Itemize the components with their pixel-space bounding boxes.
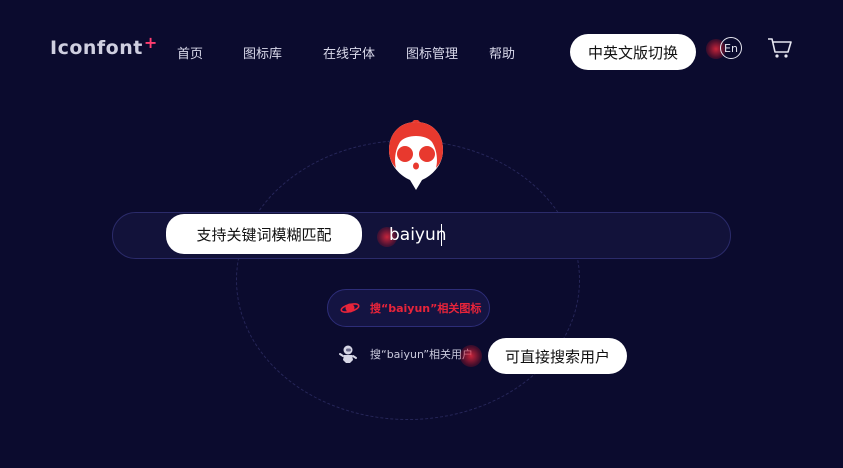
text-caret (441, 224, 442, 246)
language-button[interactable]: En (720, 37, 742, 59)
users-tooltip: 可直接搜索用户 (488, 338, 627, 374)
suggest-icons-option[interactable]: 搜“baiyun”相关图标 (327, 289, 490, 327)
lang-switch-tooltip: 中英文版切换 (570, 34, 696, 70)
nav-help[interactable]: 帮助 (489, 43, 515, 62)
nav-icon-library[interactable]: 图标库 (243, 43, 282, 62)
hotspot-marker (460, 345, 482, 367)
logo-text: Iconfont (50, 37, 143, 59)
nav-online-font[interactable]: 在线字体 (323, 43, 375, 62)
page: Iconfont+ 首页 图标库 在线字体 图标管理 帮助 中英文版切换 En … (0, 0, 843, 468)
suggest-icons-label: 搜“baiyun”相关图标 (370, 302, 482, 315)
planet-icon (340, 303, 360, 313)
search-tooltip: 支持关键词模糊匹配 (166, 214, 362, 254)
mascot-icon (389, 120, 443, 190)
search-input[interactable]: baiyun (389, 225, 447, 245)
nav-home[interactable]: 首页 (177, 43, 203, 62)
cart-icon[interactable] (767, 37, 793, 59)
nav-icon-manage[interactable]: 图标管理 (406, 43, 458, 62)
logo[interactable]: Iconfont+ (50, 33, 158, 59)
astronaut-icon (339, 345, 357, 363)
logo-plus: + (143, 33, 158, 52)
suggest-users-option[interactable]: 搜“baiyun”相关用户 (338, 344, 473, 364)
suggest-users-label: 搜“baiyun”相关用户 (370, 348, 474, 361)
